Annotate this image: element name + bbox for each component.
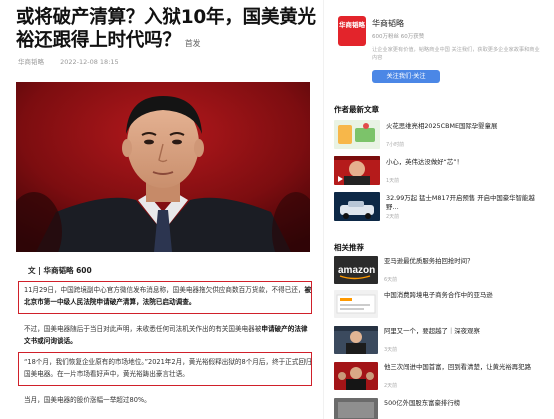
article-meta: 华商韬略 2022-12-08 18:15 (18, 56, 133, 66)
related-thumbnail (334, 362, 378, 390)
paragraph-3: “18个月，我们恢复企业原有的市场地位。”2021年2月，黄光裕假释出狱的8个月… (24, 358, 312, 378)
author-name[interactable]: 华商韬略 (372, 18, 404, 29)
related-title-text: 500亿外国股东富豪排行榜 (384, 399, 461, 407)
related-thumbnail (334, 398, 378, 419)
article-title-text: 或将破产清算？入狱10年，国美黄光裕还跟得上时代吗？ (16, 7, 316, 51)
author-card: 华商韬略 华商韬略 600万粉丝 60万获赞 让企业家更有价值，韬略商业中国 关… (330, 6, 544, 90)
related-meta: 3天前 (384, 347, 398, 353)
latest-article-title: 小心，英伟达没做好“芯”！ (386, 158, 463, 166)
related-thumbnail (334, 326, 378, 354)
latest-article-title: 32.99万起 猛士M817开启预售 开启中国豪华智能越野… (386, 194, 535, 211)
latest-article-item[interactable]: 小心，英伟达没做好“芯”！ 1天前 (334, 156, 548, 186)
latest-article-meta: 1天前 (386, 178, 400, 184)
article-title-tag: 首发 (184, 39, 201, 48)
latest-article-item[interactable]: 32.99万起 猛士M817开启预售 开启中国豪华智能越野… 2天前 (334, 192, 548, 222)
portrait-image (16, 82, 310, 252)
follow-button[interactable]: 关注我们·关注 (372, 70, 440, 83)
author-description: 让企业家更有价值，韬略商业中国 关注我们，获取更多企业家故事和商业内容 (372, 47, 540, 61)
column-divider (323, 0, 324, 419)
play-icon (338, 176, 343, 182)
article-title: 或将破产清算？入狱10年，国美黄光裕还跟得上时代吗？ 首发 (16, 6, 316, 55)
article-date: 2022-12-08 18:15 (60, 58, 119, 66)
related-item[interactable]: 他三次闯进中国首富，回到看清楚，让黄光裕再犯路 2天前 (334, 362, 548, 392)
paragraph-2: 不过，国美电器随后于当日对此声明，未收悉任何司法机关作出的有关国美电器被申请破产… (24, 323, 314, 347)
paragraph-4: 当月，国美电器的股价涨幅一举超过80%。 (24, 396, 151, 404)
related-thumbnail: amazon (334, 256, 378, 284)
latest-article-item[interactable]: 火花思维亮相2025CBME国际孕婴童展 7小时前 (334, 120, 548, 150)
latest-article-title: 火花思维亮相2025CBME国际孕婴童展 (386, 122, 498, 130)
related-item[interactable]: amazon 亚马逊最优质服务拍回抢时间？ 6天前 (334, 256, 548, 286)
author-logo[interactable]: 华商韬略 (338, 16, 366, 46)
related-title-text: 他三次闯进中国首富，回到看清楚，让黄光裕再犯路 (384, 363, 531, 371)
related-meta: 6天前 (384, 277, 398, 283)
related-thumbnail (334, 290, 378, 318)
article-author[interactable]: 华商韬略 (18, 58, 44, 66)
paragraph-2-text: 不过，国美电器随后于当日对此声明，未收悉任何司法机关作出的有关国美电器被 (24, 325, 262, 333)
related-title-text: 阿里又一个，要超越了｜深夜观察 (384, 327, 480, 335)
latest-article-thumbnail (334, 120, 380, 149)
related-item[interactable]: 阿里又一个，要超越了｜深夜观察 3天前 (334, 326, 548, 356)
latest-article-thumbnail (334, 192, 380, 221)
latest-article-meta: 7小时前 (386, 142, 405, 148)
svg-text:amazon: amazon (338, 265, 375, 276)
related-item[interactable]: 中国消费跨境电子商务合作中的亚马逊 (334, 290, 548, 320)
related-title-text: 亚马逊最优质服务拍回抢时间？ (384, 257, 474, 265)
sidebar: 华商韬略 华商韬略 600万粉丝 60万获赞 让企业家更有价值，韬略商业中国 关… (330, 0, 554, 419)
article: 或将破产清算？入狱10年，国美黄光裕还跟得上时代吗？ 首发 华商韬略 2022-1… (0, 0, 320, 419)
hero-image (16, 82, 310, 252)
byline: 文 | 华商韬略 600 (28, 266, 92, 275)
paragraph-1: 11月29日，中国跨境副中心官方微信发布消息称，国美电器拖欠供应商数百万货款，不… (24, 284, 314, 308)
latest-articles-title: 作者最新文章 (334, 105, 379, 114)
related-item[interactable]: 500亿外国股东富豪排行榜 (334, 398, 548, 419)
paragraph-1-text: 11月29日，中国跨境副中心官方微信发布消息称，国美电器拖欠供应商数百万货款，不… (24, 286, 305, 294)
related-title-text: 中国消费跨境电子商务合作中的亚马逊 (384, 291, 493, 299)
related-meta: 2天前 (384, 383, 398, 389)
author-stats: 600万粉丝 60万获赞 (372, 34, 425, 40)
latest-article-thumbnail (334, 156, 380, 185)
related-title: 相关推荐 (334, 243, 364, 252)
latest-article-meta: 2天前 (386, 214, 400, 220)
